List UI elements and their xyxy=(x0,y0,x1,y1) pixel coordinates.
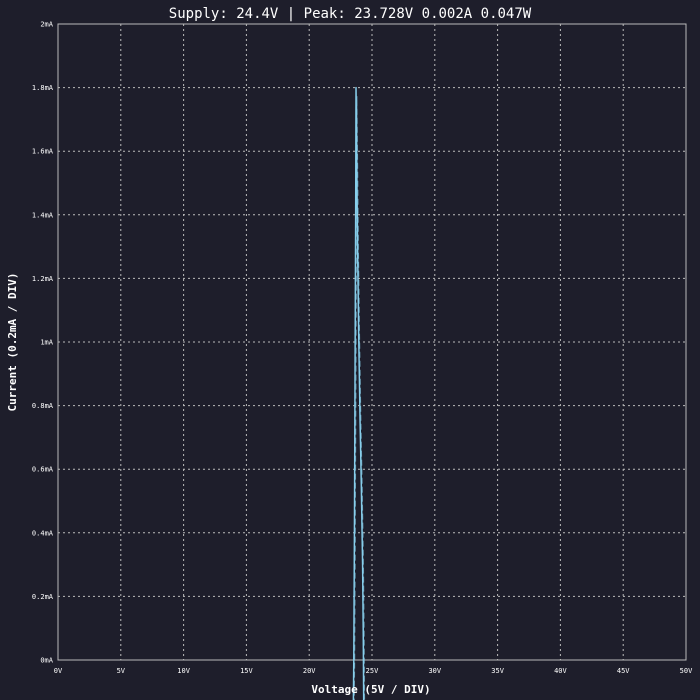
x-tick-label: 30V xyxy=(428,667,441,675)
y-tick-label: 0mA xyxy=(40,657,53,665)
y-tick-label: 0.4mA xyxy=(32,529,54,537)
y-tick-label: 0.6mA xyxy=(32,466,54,474)
x-tick-labels: 0V 5V 10V 15V 20V 25V 30V 35V 40V 45V 50V xyxy=(54,667,693,675)
y-tick-label: 1.8mA xyxy=(32,84,54,92)
x-tick-label: 5V xyxy=(117,667,126,675)
iv-curve-plot-window: Supply: 24.4V | Peak: 23.728V 0.002A 0.0… xyxy=(0,0,700,700)
iv-trace-line xyxy=(352,86,365,700)
trace-layer xyxy=(352,86,366,700)
y-tick-label: 0.8mA xyxy=(32,402,54,410)
x-tick-label: 10V xyxy=(177,667,190,675)
y-tick-label: 1.6mA xyxy=(32,148,54,156)
x-tick-label: 20V xyxy=(303,667,316,675)
y-tick-label: 2mA xyxy=(40,21,53,29)
chart-title: Supply: 24.4V | Peak: 23.728V 0.002A 0.0… xyxy=(169,6,532,22)
x-tick-label: 35V xyxy=(491,667,504,675)
iv-curve-chart: Supply: 24.4V | Peak: 23.728V 0.002A 0.0… xyxy=(6,6,693,700)
y-axis-title: Current (0.2mA / DIV) xyxy=(6,272,19,411)
y-tick-label: 1.4mA xyxy=(32,211,54,219)
x-tick-label: 45V xyxy=(617,667,630,675)
x-tick-label: 40V xyxy=(554,667,567,675)
y-tick-labels: 0mA 0.2mA 0.4mA 0.6mA 0.8mA 1mA 1.2mA 1.4mA 1.6m… xyxy=(32,21,54,665)
y-tick-label: 1mA xyxy=(40,339,53,347)
y-tick-label: 1.2mA xyxy=(32,275,54,283)
x-axis-title: Voltage (5V / DIV) xyxy=(311,683,430,696)
x-tick-label: 50V xyxy=(680,667,693,675)
x-tick-label: 25V xyxy=(366,667,379,675)
x-tick-label: 0V xyxy=(54,667,63,675)
grid-lines xyxy=(57,23,687,661)
x-tick-label: 15V xyxy=(240,667,253,675)
y-tick-label: 0.2mA xyxy=(32,593,54,601)
